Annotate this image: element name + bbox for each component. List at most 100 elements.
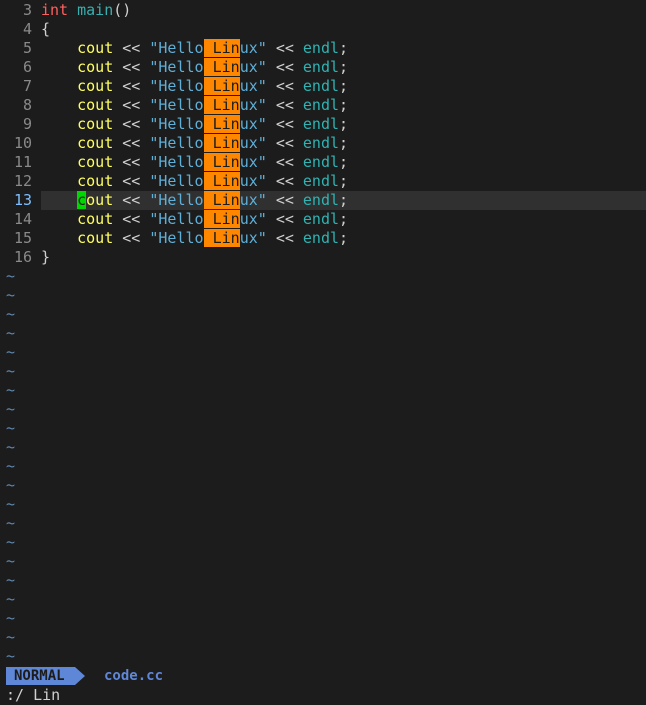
empty-line-tilde: ~ bbox=[6, 305, 16, 323]
semicolon: ; bbox=[339, 96, 349, 114]
line-content: cout << "Hello Linux" << endl; bbox=[41, 191, 646, 210]
line-content: int main() bbox=[41, 1, 646, 20]
line-content: cout << "Hello Linux" << endl; bbox=[41, 229, 646, 248]
stream-operator: << bbox=[275, 191, 294, 209]
semicolon: ; bbox=[339, 77, 349, 95]
string-literal-end: ux" bbox=[239, 58, 267, 76]
identifier-cout: out bbox=[86, 191, 114, 209]
empty-line-tilde: ~ bbox=[6, 533, 16, 551]
stream-operator: << bbox=[122, 210, 141, 228]
empty-line-tilde: ~ bbox=[6, 400, 16, 418]
code-line[interactable]: 16} bbox=[0, 248, 646, 267]
empty-line-tilde: ~ bbox=[6, 552, 16, 570]
code-line[interactable]: 7 cout << "Hello Linux" << endl; bbox=[0, 77, 646, 96]
empty-line-tilde: ~ bbox=[6, 267, 16, 285]
line-number: 11 bbox=[13, 153, 32, 171]
identifier-cout: cout bbox=[77, 172, 114, 190]
search-match: Lin bbox=[203, 210, 240, 228]
code-line[interactable]: 10 cout << "Hello Linux" << endl; bbox=[0, 134, 646, 153]
stream-operator: << bbox=[275, 77, 294, 95]
parens: () bbox=[113, 1, 132, 19]
line-number: 3 bbox=[22, 1, 32, 19]
stream-operator: << bbox=[122, 39, 141, 57]
code-line[interactable]: 5 cout << "Hello Linux" << endl; bbox=[0, 39, 646, 58]
string-literal-end: ux" bbox=[239, 191, 267, 209]
semicolon: ; bbox=[339, 39, 349, 57]
empty-line-tilde: ~ bbox=[6, 628, 16, 646]
code-line[interactable]: 9 cout << "Hello Linux" << endl; bbox=[0, 115, 646, 134]
empty-line-tilde: ~ bbox=[6, 457, 16, 475]
search-match: Lin bbox=[203, 191, 240, 209]
string-literal: "Hello bbox=[149, 153, 204, 171]
search-match: Lin bbox=[203, 229, 240, 247]
empty-line-tilde: ~ bbox=[6, 495, 16, 513]
stream-operator: << bbox=[122, 229, 141, 247]
string-literal-end: ux" bbox=[239, 77, 267, 95]
line-content: cout << "Hello Linux" << endl; bbox=[41, 210, 646, 229]
semicolon: ; bbox=[339, 58, 349, 76]
status-line: NORMAL code.cc bbox=[0, 666, 646, 686]
stream-operator: << bbox=[275, 96, 294, 114]
search-match: Lin bbox=[203, 58, 240, 76]
string-literal-end: ux" bbox=[239, 172, 267, 190]
stream-operator: << bbox=[122, 191, 141, 209]
line-number: 6 bbox=[22, 58, 32, 76]
code-line[interactable]: 4{ bbox=[0, 20, 646, 39]
code-line[interactable]: 3 int main() bbox=[0, 1, 646, 20]
identifier-endl: endl bbox=[302, 39, 340, 57]
empty-line-tilde: ~ bbox=[6, 476, 16, 494]
code-line[interactable]: 14 cout << "Hello Linux" << endl; bbox=[0, 210, 646, 229]
identifier-endl: endl bbox=[302, 210, 340, 228]
line-number: 9 bbox=[22, 115, 32, 133]
stream-operator: << bbox=[122, 58, 141, 76]
identifier-cout: cout bbox=[77, 153, 114, 171]
line-number: 13 bbox=[13, 191, 32, 209]
text-cursor: c bbox=[77, 191, 87, 209]
search-match: Lin bbox=[203, 134, 240, 152]
line-content: cout << "Hello Linux" << endl; bbox=[41, 134, 646, 153]
line-content: cout << "Hello Linux" << endl; bbox=[41, 58, 646, 77]
search-match: Lin bbox=[203, 115, 240, 133]
stream-operator: << bbox=[275, 229, 294, 247]
empty-line-tilde: ~ bbox=[6, 419, 16, 437]
identifier-cout: cout bbox=[77, 77, 114, 95]
identifier-cout: cout bbox=[77, 229, 114, 247]
semicolon: ; bbox=[339, 153, 349, 171]
string-literal: "Hello bbox=[149, 115, 204, 133]
string-literal: "Hello bbox=[149, 210, 204, 228]
file-name: code.cc bbox=[104, 668, 164, 684]
code-line[interactable]: 6 cout << "Hello Linux" << endl; bbox=[0, 58, 646, 77]
line-number: 15 bbox=[13, 229, 32, 247]
code-line[interactable]: 15 cout << "Hello Linux" << endl; bbox=[0, 229, 646, 248]
string-literal: "Hello bbox=[149, 172, 204, 190]
stream-operator: << bbox=[275, 58, 294, 76]
identifier-endl: endl bbox=[302, 229, 340, 247]
semicolon: ; bbox=[339, 134, 349, 152]
identifier-endl: endl bbox=[302, 96, 340, 114]
stream-operator: << bbox=[275, 39, 294, 57]
stream-operator: << bbox=[122, 96, 141, 114]
code-line[interactable]: 11 cout << "Hello Linux" << endl; bbox=[0, 153, 646, 172]
command-line[interactable]: :/ Lin bbox=[6, 686, 60, 705]
vim-editor[interactable]: 3 int main() 4{5 cout << "Hello Linux" << … bbox=[0, 0, 646, 705]
empty-line-tilde: ~ bbox=[6, 590, 16, 608]
string-literal: "Hello bbox=[149, 191, 204, 209]
line-number: 5 bbox=[22, 39, 32, 57]
code-line[interactable]: 12 cout << "Hello Linux" << endl; bbox=[0, 172, 646, 191]
string-literal: "Hello bbox=[149, 77, 204, 95]
identifier-endl: endl bbox=[302, 58, 340, 76]
identifier-endl: endl bbox=[302, 172, 340, 190]
identifier-cout: cout bbox=[77, 39, 114, 57]
semicolon: ; bbox=[339, 172, 349, 190]
semicolon: ; bbox=[339, 191, 349, 209]
line-number: 16 bbox=[13, 248, 32, 266]
code-line[interactable]: 13 cout << "Hello Linux" << endl; bbox=[0, 191, 646, 210]
identifier-endl: endl bbox=[302, 77, 340, 95]
code-line[interactable]: 8 cout << "Hello Linux" << endl; bbox=[0, 96, 646, 115]
line-content: cout << "Hello Linux" << endl; bbox=[41, 77, 646, 96]
stream-operator: << bbox=[275, 172, 294, 190]
string-literal-end: ux" bbox=[239, 210, 267, 228]
semicolon: ; bbox=[339, 115, 349, 133]
identifier-endl: endl bbox=[302, 134, 340, 152]
identifier-cout: cout bbox=[77, 210, 114, 228]
